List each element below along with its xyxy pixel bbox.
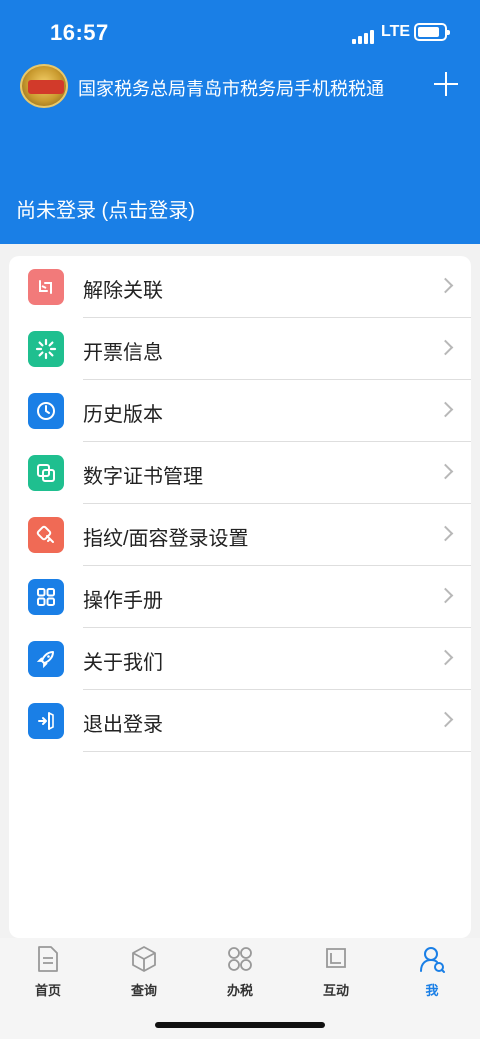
app-logo: [20, 64, 68, 108]
apps-grid-icon: [228, 947, 252, 971]
chevron-right-icon: [437, 339, 454, 356]
tab-label: 首页: [34, 983, 61, 998]
tab-handle-tax[interactable]: 办税: [192, 944, 288, 1004]
menu-item-label: 历史版本: [83, 404, 163, 426]
certificate-icon: [28, 455, 64, 491]
tab-label: 办税: [226, 983, 253, 998]
chevron-right-icon: [437, 587, 454, 604]
tab-interact[interactable]: 互动: [288, 944, 384, 1004]
app-title: 国家税务总局青岛市税务局手机税税通: [78, 79, 384, 99]
menu-item-biometric-login[interactable]: 指纹/面容登录设置: [9, 504, 471, 566]
menu-item-label: 操作手册: [83, 590, 163, 612]
grid-icon: [28, 579, 64, 615]
divider: [83, 751, 471, 752]
menu-item-logout[interactable]: 退出登录: [9, 690, 471, 752]
chat-square-icon: [326, 948, 346, 968]
loading-icon: [28, 331, 64, 367]
login-link[interactable]: 尚未登录 (点击登录): [16, 194, 195, 223]
home-indicator: [155, 1022, 325, 1028]
key-icon: [28, 517, 64, 553]
tab-home[interactable]: 首页: [0, 944, 96, 1004]
tab-label: 互动: [322, 983, 349, 998]
chevron-right-icon: [437, 277, 454, 294]
menu-item-label: 关于我们: [83, 652, 163, 674]
menu-item-label: 开票信息: [83, 342, 163, 364]
settings-menu-card: 解除关联 开票信息 历史版本 数字证书管理 指纹/面容登录设置 操作手册 关于我…: [9, 256, 471, 938]
menu-item-history-version[interactable]: 历史版本: [9, 380, 471, 442]
menu-item-label: 指纹/面容登录设置: [83, 528, 249, 550]
tab-label: 查询: [130, 983, 157, 998]
header: 16:57 LTE 国家税务总局青岛市税务局手机税税通 尚未登录 (点击登录): [0, 0, 480, 244]
menu-item-label: 解除关联: [83, 280, 163, 302]
home-document-icon: [38, 946, 58, 972]
chevron-right-icon: [437, 711, 454, 728]
logout-icon: [28, 703, 64, 739]
signal-icon: [352, 26, 376, 44]
add-button[interactable]: [430, 68, 462, 100]
history-clock-icon: [28, 393, 64, 429]
menu-item-label: 退出登录: [83, 714, 163, 736]
tab-label: 我: [425, 983, 439, 998]
menu-item-digital-certificate[interactable]: 数字证书管理: [9, 442, 471, 504]
chevron-right-icon: [437, 525, 454, 542]
unlink-icon: [28, 269, 64, 305]
status-bar: 16:57 LTE: [0, 0, 480, 62]
menu-item-user-manual[interactable]: 操作手册: [9, 566, 471, 628]
chevron-right-icon: [437, 649, 454, 666]
rocket-icon: [28, 641, 64, 677]
network-type: LTE: [381, 23, 411, 40]
profile-icon: [420, 947, 445, 973]
chevron-right-icon: [437, 463, 454, 480]
menu-item-about-us[interactable]: 关于我们: [9, 628, 471, 690]
chevron-right-icon: [437, 401, 454, 418]
tab-query[interactable]: 查询: [96, 944, 192, 1004]
cube-icon: [132, 946, 156, 972]
menu-item-invoice-info[interactable]: 开票信息: [9, 318, 471, 380]
tab-me[interactable]: 我: [384, 944, 480, 1004]
battery-icon: [414, 23, 450, 41]
status-time: 16:57: [50, 20, 109, 45]
menu-item-label: 数字证书管理: [83, 466, 203, 488]
menu-item-unlink[interactable]: 解除关联: [9, 256, 471, 318]
